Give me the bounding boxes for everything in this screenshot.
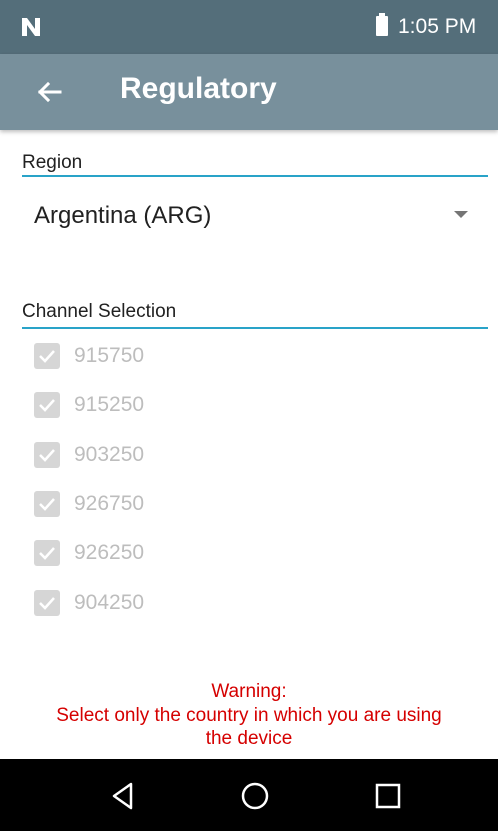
n-logo-icon xyxy=(22,18,40,36)
checkbox-checked-icon xyxy=(34,491,60,517)
channel-label: 926750 xyxy=(74,492,145,515)
channel-label: 926250 xyxy=(74,541,145,564)
recents-square-icon[interactable] xyxy=(371,779,405,813)
app-bar: Regulatory xyxy=(0,54,498,130)
region-divider xyxy=(22,175,488,177)
back-triangle-icon[interactable] xyxy=(106,779,140,813)
arrow-left-icon[interactable] xyxy=(30,74,70,110)
channel-checkbox-item[interactable]: 926750 xyxy=(34,488,234,518)
channel-checkbox-item[interactable]: 903250 xyxy=(34,439,234,469)
checkbox-checked-icon xyxy=(34,442,60,468)
status-time: 1:05 PM xyxy=(398,15,477,38)
channel-divider xyxy=(22,327,488,329)
channel-label: 915750 xyxy=(74,344,145,367)
channel-label: 915250 xyxy=(74,393,145,416)
checkbox-checked-icon xyxy=(34,540,60,566)
channel-selection-label: Channel Selection xyxy=(22,301,177,322)
channel-label: 903250 xyxy=(74,443,145,466)
warning-line-2: the device xyxy=(205,728,293,749)
checkbox-checked-icon xyxy=(34,590,60,616)
dropdown-arrow-icon xyxy=(454,211,468,218)
checkbox-checked-icon xyxy=(34,343,60,369)
checkbox-checked-icon xyxy=(34,392,60,418)
navigation-bar xyxy=(0,759,498,831)
warning-title: Warning: xyxy=(211,681,287,702)
region-label: Region xyxy=(22,152,83,173)
home-circle-icon[interactable] xyxy=(238,779,272,813)
region-dropdown[interactable]: Argentina (ARG) xyxy=(22,190,488,242)
channel-checkbox-item[interactable]: 915750 xyxy=(34,340,234,370)
region-selected-value: Argentina (ARG) xyxy=(34,202,212,229)
channel-checkbox-item[interactable]: 915250 xyxy=(34,389,234,419)
warning-message: Warning: Select only the country in whic… xyxy=(0,680,498,751)
warning-line-1: Select only the country in which you are… xyxy=(56,704,442,726)
channel-checkbox-item[interactable]: 904250 xyxy=(34,587,234,617)
page-title: Regulatory xyxy=(120,72,277,105)
channel-label: 904250 xyxy=(74,591,145,614)
battery-icon xyxy=(376,13,388,36)
status-bar: 1:05 PM xyxy=(0,0,498,54)
channel-checkbox-item[interactable]: 926250 xyxy=(34,537,234,567)
